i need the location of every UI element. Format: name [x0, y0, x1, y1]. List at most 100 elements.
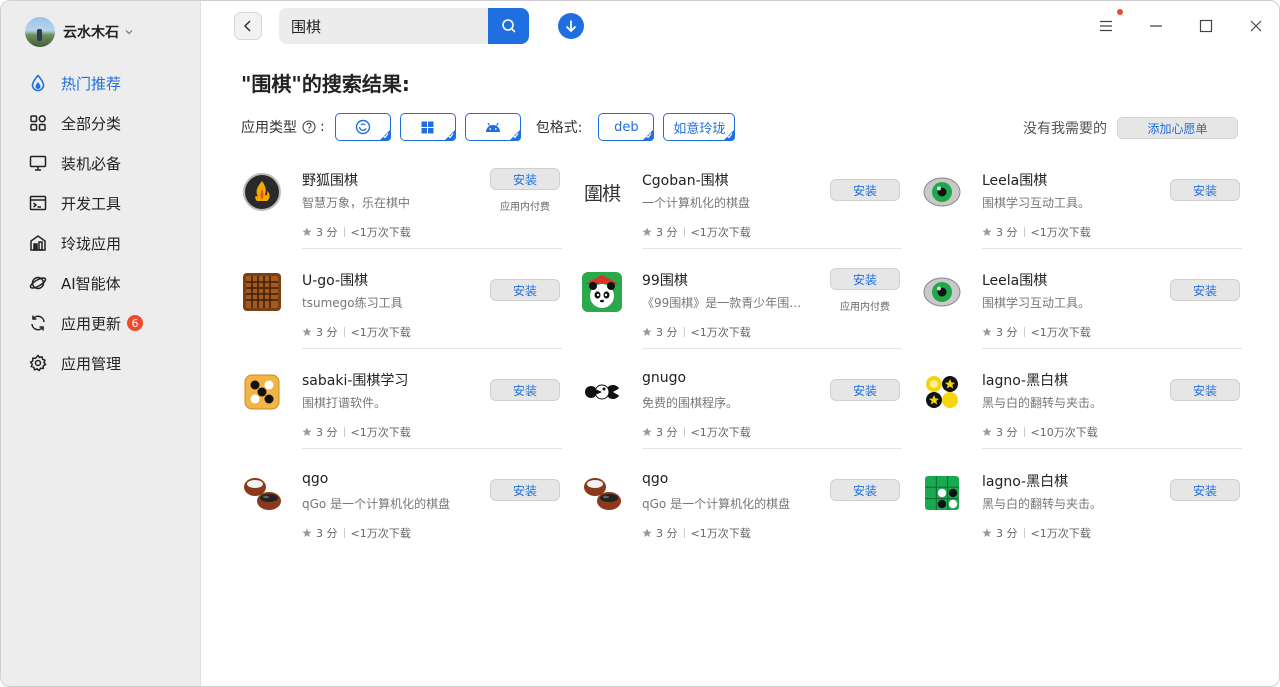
sidebar-item-all[interactable]: 全部分类: [1, 103, 201, 143]
app-card[interactable]: 野狐围棋 智慧万象，乐在棋中 3 分 <1万次下载 安装 应用内付费: [241, 161, 562, 261]
divider: [642, 248, 902, 249]
sidebar-item-essential[interactable]: 装机必备: [1, 143, 201, 183]
minimize-button[interactable]: [1144, 14, 1168, 38]
app-card[interactable]: qgo qGo 是一个计算机化的棋盘 3 分 <1万次下载 安装: [241, 462, 562, 562]
main-menu-button[interactable]: [1094, 14, 1118, 38]
install-button[interactable]: 安装: [490, 379, 560, 401]
add-wishlist-button[interactable]: 添加心愿单: [1117, 117, 1238, 139]
app-downloads: <1万次下载: [690, 527, 751, 540]
update-count-badge: 6: [127, 315, 144, 331]
app-card[interactable]: qgo qGo 是一个计算机化的棋盘 3 分 <1万次下载 安装: [581, 462, 902, 562]
app-store-window: 云水木石 热门推荐 全部分类 装机必备 开发工具 玲珑应用 AI智能体 应用更新…: [0, 0, 1280, 687]
sidebar-item-label: 应用管理: [61, 354, 122, 373]
app-meta: 3 分 <1万次下载: [642, 224, 751, 240]
monitor-icon: [29, 154, 47, 172]
app-card[interactable]: lagno-黑白棋 黑与白的翻转与夹击。 3 分 <1万次下载 安装: [921, 462, 1242, 562]
wishlist-prompt: 没有我需要的: [1023, 121, 1107, 137]
sidebar-item-ai[interactable]: AI智能体: [1, 263, 201, 303]
help-icon[interactable]: [302, 120, 316, 134]
sidebar-item-hot[interactable]: 热门推荐: [1, 63, 201, 103]
grid-icon: [29, 114, 47, 132]
sidebar-item-label: 应用更新: [61, 314, 122, 333]
sidebar-item-dev[interactable]: 开发工具: [1, 183, 201, 223]
install-button[interactable]: 安装: [490, 479, 560, 501]
filter-chip-deepin[interactable]: [334, 113, 391, 141]
app-meta: 3 分 <1万次下载: [642, 525, 751, 541]
search-input[interactable]: [279, 8, 488, 44]
close-button[interactable]: [1244, 14, 1268, 38]
filter-chip-linglong[interactable]: 如意玲珑: [663, 113, 736, 141]
sidebar-item-manage[interactable]: 应用管理: [1, 343, 201, 383]
wishlist-area: 没有我需要的 添加心愿单: [1023, 116, 1238, 140]
divider: [683, 427, 685, 437]
app-desc: qGo 是一个计算机化的棋盘: [302, 497, 451, 511]
app-card[interactable]: 99围棋 《99围棋》是一款青少年围棋… 3 分 <1万次下载 安装 应用内付费: [581, 261, 902, 361]
filter-chip-android[interactable]: [464, 113, 521, 141]
install-button[interactable]: 安装: [830, 379, 900, 401]
chevron-down-icon: [125, 30, 133, 35]
install-button[interactable]: 安装: [830, 268, 900, 290]
sidebar-item-update[interactable]: 应用更新 6: [1, 303, 201, 343]
download-manager-button[interactable]: [558, 13, 584, 39]
app-meta: 3 分 <1万次下载: [302, 324, 411, 340]
sidebar-item-linglong[interactable]: 玲珑应用: [1, 223, 201, 263]
app-rating: 3 分: [316, 527, 338, 540]
app-rating: 3 分: [656, 226, 678, 239]
terminal-icon: [29, 194, 47, 212]
app-rating: 3 分: [996, 426, 1018, 439]
install-button[interactable]: 安装: [1170, 379, 1240, 401]
checkmark-icon: [447, 133, 454, 139]
app-name: Cgoban-围棋: [642, 173, 729, 189]
search-icon: [501, 19, 516, 33]
app-desc: 黑与白的翻转与夹击。: [982, 396, 1103, 410]
star-icon: [302, 528, 312, 537]
app-downloads: <1万次下载: [1030, 226, 1091, 239]
minimize-icon: [1150, 25, 1162, 27]
divider: [1023, 528, 1025, 538]
app-card[interactable]: lagno-黑白棋 黑与白的翻转与夹击。 3 分 <10万次下载 安装: [921, 361, 1242, 461]
app-downloads: <1万次下载: [690, 426, 751, 439]
lagno-board-icon: [921, 472, 963, 514]
install-button[interactable]: 安装: [1170, 279, 1240, 301]
sidebar-item-label: 玲珑应用: [61, 234, 122, 253]
foxwq-icon: [241, 171, 283, 213]
app-downloads: <1万次下载: [1030, 326, 1091, 339]
divider: [683, 227, 685, 237]
app-name: Leela围棋: [982, 173, 1048, 189]
app-desc: 智慧万象，乐在棋中: [302, 196, 411, 210]
search-button[interactable]: [488, 8, 529, 44]
app-card[interactable]: Leela围棋 围棋学习互动工具。 3 分 <1万次下载 安装: [921, 161, 1242, 261]
star-icon: [302, 227, 312, 236]
install-button[interactable]: 安装: [1170, 179, 1240, 201]
install-button[interactable]: 安装: [1170, 479, 1240, 501]
install-button[interactable]: 安装: [830, 179, 900, 201]
filter-chip-windows[interactable]: [399, 113, 456, 141]
download-arrow-icon: [565, 20, 577, 33]
app-downloads: <10万次下载: [1030, 426, 1098, 439]
back-button[interactable]: [234, 12, 262, 40]
app-rating: 3 分: [996, 326, 1018, 339]
app-card[interactable]: Leela围棋 围棋学习互动工具。 3 分 <1万次下载 安装: [921, 261, 1242, 361]
install-button[interactable]: 安装: [490, 279, 560, 301]
star-icon: [982, 227, 992, 236]
ai-planet-icon: [29, 274, 47, 292]
user-menu[interactable]: 云水木石: [25, 16, 133, 48]
android-logo-icon: [485, 122, 500, 132]
divider: [302, 348, 562, 349]
sabaki-icon: [241, 371, 283, 413]
install-button[interactable]: 安装: [830, 479, 900, 501]
divider: [982, 248, 1242, 249]
maximize-button[interactable]: [1194, 14, 1218, 38]
filter-chip-deb[interactable]: deb: [598, 113, 655, 141]
windows-logo-icon: [421, 121, 434, 133]
app-card[interactable]: U-go-围棋 tsumego练习工具 3 分 <1万次下载 安装: [241, 261, 562, 361]
in-app-purchase-label: 应用内付费: [500, 202, 550, 213]
app-card[interactable]: 圍棋 Cgoban-围棋 一个计算机化的棋盘 3 分 <1万次下载 安装: [581, 161, 902, 261]
menu-icon: [1100, 20, 1112, 32]
star-icon: [982, 427, 992, 436]
app-downloads: <1万次下载: [350, 326, 411, 339]
app-name: qgo: [642, 471, 669, 487]
install-button[interactable]: 安装: [490, 168, 560, 190]
app-card[interactable]: sabaki-围棋学习 围棋打谱软件。 3 分 <1万次下载 安装: [241, 361, 562, 461]
app-card[interactable]: gnugo 免费的围棋程序。 3 分 <1万次下载 安装: [581, 361, 902, 461]
